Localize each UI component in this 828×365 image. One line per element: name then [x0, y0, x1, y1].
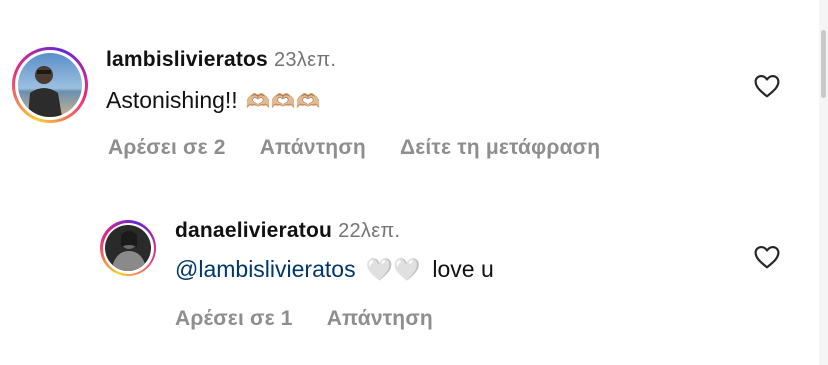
username[interactable]: lambislivieratos — [106, 48, 268, 71]
likes-count-button[interactable]: Αρέσει σε 2 — [108, 136, 226, 160]
avatar[interactable] — [18, 53, 82, 117]
heart-hands-emoji: 🫶🏼🫶🏼🫶🏼 — [245, 91, 321, 113]
comment-header: danaelivieratou 22λεπ. — [175, 219, 400, 243]
comment-text: love u — [432, 256, 494, 282]
reply-button[interactable]: Απάντηση — [327, 307, 433, 331]
reply-button[interactable]: Απάντηση — [260, 136, 366, 160]
white-heart-emoji: 🤍🤍 — [365, 257, 421, 282]
likes-count-button[interactable]: Αρέσει σε 1 — [175, 307, 293, 331]
timestamp: 23λεπ. — [273, 49, 337, 71]
avatar-story-ring[interactable] — [12, 47, 88, 123]
see-translation-button[interactable]: Δείτε τη μετάφραση — [400, 136, 600, 160]
comment-body: @lambislivieratos 🤍🤍 love u — [175, 256, 494, 283]
heart-outline-icon[interactable] — [754, 245, 780, 274]
avatar-story-ring[interactable] — [100, 220, 156, 276]
comment-text: Astonishing!! — [106, 87, 238, 113]
avatar-border — [15, 50, 85, 120]
avatar-photo-icon — [105, 225, 151, 271]
heart-outline-icon[interactable] — [754, 74, 780, 103]
avatar-photo-icon — [18, 53, 82, 117]
comment-header: lambislivieratos 23λεπ. — [106, 48, 336, 72]
scrollbar-thumb[interactable] — [821, 30, 826, 98]
username[interactable]: danaelivieratou — [175, 219, 332, 242]
avatar-border — [102, 222, 154, 274]
mention-link[interactable]: @lambislivieratos — [175, 256, 356, 282]
scrollbar[interactable] — [819, 0, 828, 365]
comment-body: Astonishing!! 🫶🏼🫶🏼🫶🏼 — [106, 87, 320, 114]
comment-actions: Αρέσει σε 2 Απάντηση Δείτε τη μετάφραση — [108, 136, 600, 160]
comment-actions: Αρέσει σε 1 Απάντηση — [175, 307, 433, 331]
timestamp: 22λεπ. — [338, 220, 401, 242]
avatar[interactable] — [105, 225, 151, 271]
